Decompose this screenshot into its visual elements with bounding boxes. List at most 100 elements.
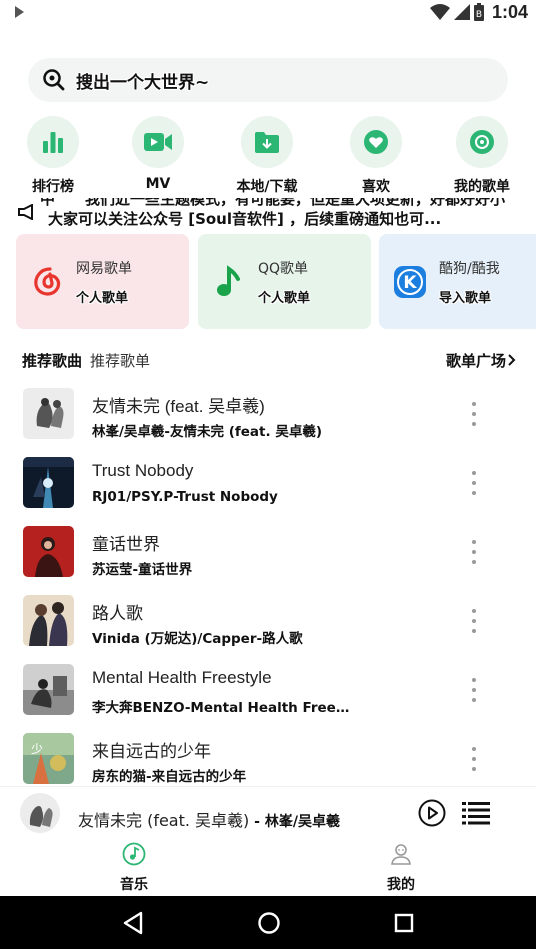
tab-music[interactable]: 音乐 — [74, 842, 194, 894]
song-cover — [23, 526, 74, 577]
playlist-disc-icon — [470, 130, 494, 154]
status-icons: B 1:04 — [429, 1, 528, 23]
quick-nav: 排行榜 MV 本地/下载 喜欢 我的歌单 — [0, 116, 536, 198]
song-subtitle: 李大奔BENZO-Mental Health Freest... — [92, 700, 354, 716]
card-title: QQ歌单 — [258, 260, 309, 277]
music-disc-icon — [122, 842, 146, 866]
recents-icon[interactable] — [394, 913, 414, 933]
tab-label: 我的 — [387, 877, 415, 893]
netease-playlist-card[interactable]: 网易歌单 个人歌单 — [16, 234, 189, 329]
player-cover — [20, 793, 60, 833]
quick-nav-my-playlists[interactable]: 我的歌单 — [427, 116, 536, 196]
tab-recommended-playlists[interactable]: 推荐歌单 — [90, 350, 150, 371]
song-row[interactable]: 友情未完 (feat. 吴卓羲) 林峯/吴卓羲-友情未完 (feat. 吴卓羲) — [0, 380, 536, 449]
playlist-square-link[interactable]: 歌单广场 — [446, 350, 516, 371]
kugou-playlist-card[interactable]: K 酷狗/酷我 导入歌单 — [379, 234, 536, 329]
song-cover — [23, 457, 74, 508]
song-row[interactable]: Mental Health Freestyle 李大奔BENZO-Mental … — [0, 656, 536, 725]
section-header: 推荐歌曲 推荐歌单 歌单广场 — [22, 348, 516, 372]
song-list: 友情未完 (feat. 吴卓羲) 林峯/吴卓羲-友情未完 (feat. 吴卓羲)… — [0, 380, 536, 786]
search-icon — [43, 69, 65, 91]
more-options-icon[interactable] — [464, 540, 484, 564]
playlist-queue-icon[interactable] — [462, 801, 490, 825]
qq-music-icon — [217, 264, 240, 296]
song-row[interactable]: Trust Nobody RJ01/PSY.P-Trust Nobody — [0, 449, 536, 518]
megaphone-icon — [18, 204, 33, 220]
bar-chart-icon — [43, 132, 63, 153]
search-placeholder: 搜出一个大世界~ — [76, 72, 210, 93]
qq-playlist-card[interactable]: QQ歌单 个人歌单 — [198, 234, 371, 329]
song-subtitle: RJ01/PSY.P-Trust Nobody — [92, 489, 278, 505]
play-button-icon[interactable] — [418, 799, 446, 827]
song-subtitle: 房东的猫-来自远古的少年 — [92, 769, 247, 785]
card-subtitle: 个人歌单 — [258, 290, 311, 306]
quick-nav-mv[interactable]: MV — [103, 116, 213, 192]
quick-nav-label: 本地/下载 — [236, 179, 298, 195]
heart-icon — [364, 130, 388, 154]
quick-nav-local-download[interactable]: 本地/下载 — [212, 116, 322, 196]
status-bar: B 1:04 — [0, 0, 536, 24]
song-subtitle: Vinida (万妮达)/Capper-路人歌 — [92, 631, 303, 647]
song-title: Mental Health Freestyle — [92, 668, 272, 687]
playlist-import-cards: 网易歌单 个人歌单 QQ歌单 个人歌单 K 酷狗/酷我 导入歌单 — [16, 234, 536, 330]
signal-icon — [453, 4, 470, 20]
bottom-tab-bar: 音乐 我的 — [0, 842, 536, 896]
song-cover — [23, 664, 74, 715]
card-title: 网易歌单 — [76, 260, 132, 277]
tab-mine[interactable]: 我的 — [341, 842, 461, 894]
wifi-icon — [429, 4, 450, 20]
chevron-right-icon — [508, 354, 516, 366]
song-row[interactable]: 少 来自远古的少年 房东的猫-来自远古的少年 — [0, 725, 536, 786]
svg-text:少: 少 — [31, 742, 43, 756]
quick-nav-label: MV — [145, 176, 171, 192]
card-subtitle: 导入歌单 — [439, 290, 492, 306]
system-nav-bar — [0, 896, 536, 949]
song-title: 路人歌 — [92, 604, 143, 623]
player-track-info: 友情未完 (feat. 吴卓羲) - 林峯/吴卓羲 — [78, 807, 340, 831]
mini-player[interactable]: 友情未完 (feat. 吴卓羲) - 林峯/吴卓羲 — [0, 786, 536, 842]
quick-nav-label: 排行榜 — [32, 179, 74, 195]
player-track-artist: - 林峯/吴卓羲 — [249, 814, 340, 830]
play-store-icon — [15, 6, 24, 18]
more-options-icon[interactable] — [464, 402, 484, 426]
kugou-icon: K — [394, 265, 426, 298]
status-time: 1:04 — [491, 1, 528, 22]
battery-icon: B — [473, 3, 484, 21]
home-icon[interactable] — [257, 911, 281, 935]
quick-nav-label: 我的歌单 — [454, 179, 510, 195]
card-subtitle: 个人歌单 — [76, 290, 129, 306]
more-options-icon[interactable] — [464, 747, 484, 771]
tab-recommended-songs[interactable]: 推荐歌曲 — [22, 350, 82, 371]
quick-nav-label: 喜欢 — [362, 179, 390, 195]
user-icon — [391, 844, 411, 865]
quick-nav-ranking[interactable]: 排行榜 — [0, 116, 108, 196]
more-options-icon[interactable] — [464, 678, 484, 702]
notice-text-line2: 大家可以关注公众号 [Soul音软件] ，后续重磅通知也可... — [48, 210, 442, 228]
netease-music-icon — [34, 266, 61, 296]
video-icon — [144, 133, 172, 151]
song-cover — [23, 388, 74, 439]
more-options-icon[interactable] — [464, 609, 484, 633]
playlist-square-label: 歌单广场 — [445, 351, 506, 370]
song-subtitle: 苏运莹-童话世界 — [92, 562, 193, 578]
back-icon[interactable] — [122, 911, 144, 935]
song-title: 来自远古的少年 — [92, 742, 211, 761]
more-options-icon[interactable] — [464, 471, 484, 495]
player-track-title: 友情未完 (feat. 吴卓羲) — [78, 811, 250, 830]
card-title: 酷狗/酷我 — [439, 260, 500, 277]
song-title: Trust Nobody — [92, 461, 194, 480]
notice-banner[interactable]: 中 我们近一些主题模式，有可能要，但是重大项更新，好都好好小 大家可以关注公众号… — [0, 198, 536, 228]
tab-label: 音乐 — [120, 877, 148, 893]
song-cover — [23, 595, 74, 646]
song-row[interactable]: 路人歌 Vinida (万妮达)/Capper-路人歌 — [0, 587, 536, 656]
quick-nav-favorites[interactable]: 喜欢 — [321, 116, 431, 196]
download-folder-icon — [255, 132, 279, 153]
search-bar[interactable]: 搜出一个大世界~ — [28, 58, 508, 102]
song-subtitle: 林峯/吴卓羲-友情未完 (feat. 吴卓羲) — [92, 424, 322, 440]
svg-text:K: K — [403, 273, 417, 293]
song-title: 童话世界 — [92, 535, 160, 554]
song-cover: 少 — [23, 733, 74, 784]
song-title: 友情未完 (feat. 吴卓羲) — [92, 397, 265, 416]
svg-text:B: B — [476, 10, 482, 20]
song-row[interactable]: 童话世界 苏运莹-童话世界 — [0, 518, 536, 587]
